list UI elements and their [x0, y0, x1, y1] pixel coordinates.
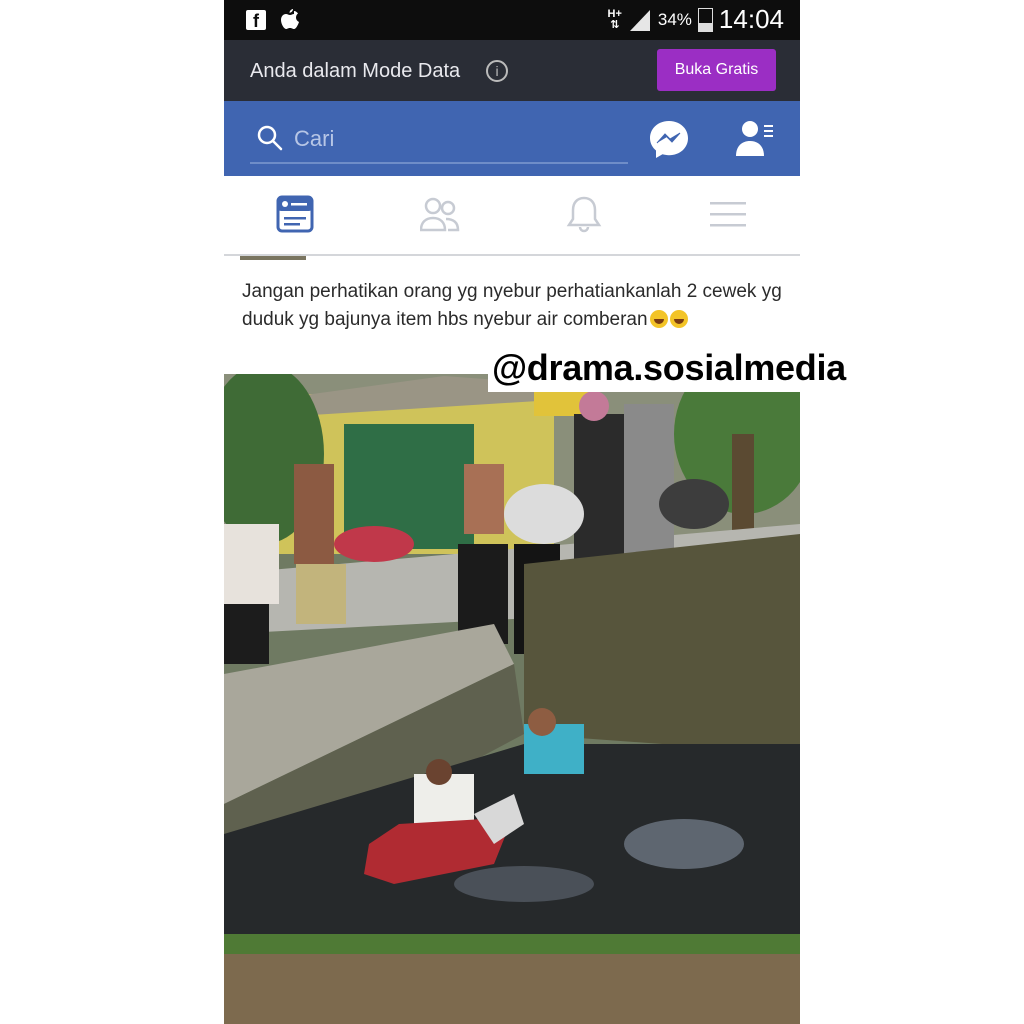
search-input[interactable]: Cari: [250, 114, 628, 164]
search-header: Cari: [224, 101, 800, 176]
laughing-emoji-icon: [669, 310, 688, 328]
buka-gratis-button[interactable]: Buka Gratis: [657, 49, 776, 91]
nav-tabs: [224, 176, 800, 256]
data-mode-banner: Anda dalam Mode Data i Buka Gratis: [224, 40, 800, 101]
post-photo[interactable]: [224, 374, 800, 1024]
watermark: @drama.sosialmedia: [488, 346, 852, 392]
signal-icon: [629, 9, 650, 31]
post-caption: Jangan perhatikan orang yg nyebur perhat…: [242, 281, 782, 330]
notifications-tab-icon[interactable]: [564, 194, 604, 234]
post-text: Jangan perhatikan orang yg nyebur perhat…: [242, 278, 782, 334]
apple-icon: [281, 9, 299, 29]
network-type: H+ ⇅: [607, 7, 622, 31]
previous-post-edge: [240, 256, 306, 260]
friend-requests-tab-icon[interactable]: [420, 194, 460, 234]
data-mode-text: Anda dalam Mode Data: [250, 60, 461, 82]
facebook-notification-icon: f: [246, 10, 266, 31]
battery-icon: [697, 7, 713, 32]
search-icon: [257, 125, 283, 151]
friend-list-icon[interactable]: [736, 118, 774, 158]
menu-tab-icon[interactable]: [708, 194, 748, 234]
clock: 14:04: [718, 4, 784, 34]
search-placeholder: Cari: [294, 126, 335, 151]
news-feed-tab-icon[interactable]: [276, 194, 316, 234]
messenger-icon[interactable]: [648, 119, 690, 159]
battery-percent: 34%: [657, 9, 692, 29]
laughing-emoji-icon: [649, 310, 668, 328]
status-bar: f H+ ⇅ 34% 14:04: [224, 0, 800, 40]
info-icon[interactable]: i: [486, 60, 508, 82]
